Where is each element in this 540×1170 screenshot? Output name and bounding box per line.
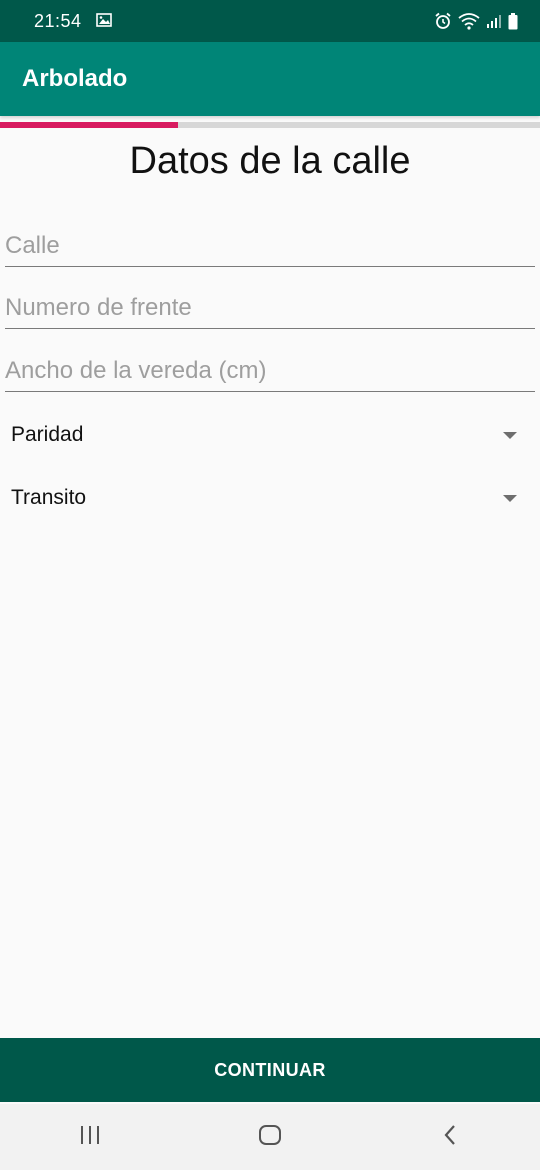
continue-button-label: CONTINUAR xyxy=(214,1059,326,1080)
back-icon xyxy=(442,1124,458,1151)
ancho-vereda-field[interactable] xyxy=(5,342,535,392)
calle-input[interactable] xyxy=(5,232,535,260)
system-nav-bar xyxy=(0,1104,540,1170)
alarm-icon xyxy=(434,12,452,30)
dropdown-arrow-icon xyxy=(503,494,517,502)
progress-bar xyxy=(0,122,540,128)
continue-button[interactable]: CONTINUAR xyxy=(0,1038,540,1102)
app-bar: Arbolado xyxy=(0,42,540,116)
dropdown-arrow-icon xyxy=(503,431,517,439)
calle-field[interactable] xyxy=(5,217,535,267)
home-icon xyxy=(258,1124,282,1151)
transito-spinner-value: Transito xyxy=(11,486,87,509)
numero-frente-input[interactable] xyxy=(5,294,535,322)
paridad-spinner[interactable]: Paridad xyxy=(11,413,521,457)
image-icon xyxy=(95,11,112,32)
numero-frente-field[interactable] xyxy=(5,279,535,329)
back-button[interactable] xyxy=(420,1107,480,1167)
recents-icon xyxy=(79,1125,101,1150)
ancho-vereda-input[interactable] xyxy=(5,357,535,385)
transito-spinner[interactable]: Transito xyxy=(11,476,521,520)
app-title: Arbolado xyxy=(22,65,128,92)
wifi-icon xyxy=(458,12,480,30)
paridad-spinner-value: Paridad xyxy=(11,423,84,446)
signal-icon xyxy=(486,13,502,29)
page-title: Datos de la calle xyxy=(129,140,411,182)
progress-fill xyxy=(0,122,179,128)
recents-button[interactable] xyxy=(60,1107,120,1167)
home-button[interactable] xyxy=(240,1107,300,1167)
status-time: 21:54 xyxy=(34,10,82,31)
battery-icon xyxy=(508,12,518,30)
status-bar: 21:54 xyxy=(0,0,540,42)
